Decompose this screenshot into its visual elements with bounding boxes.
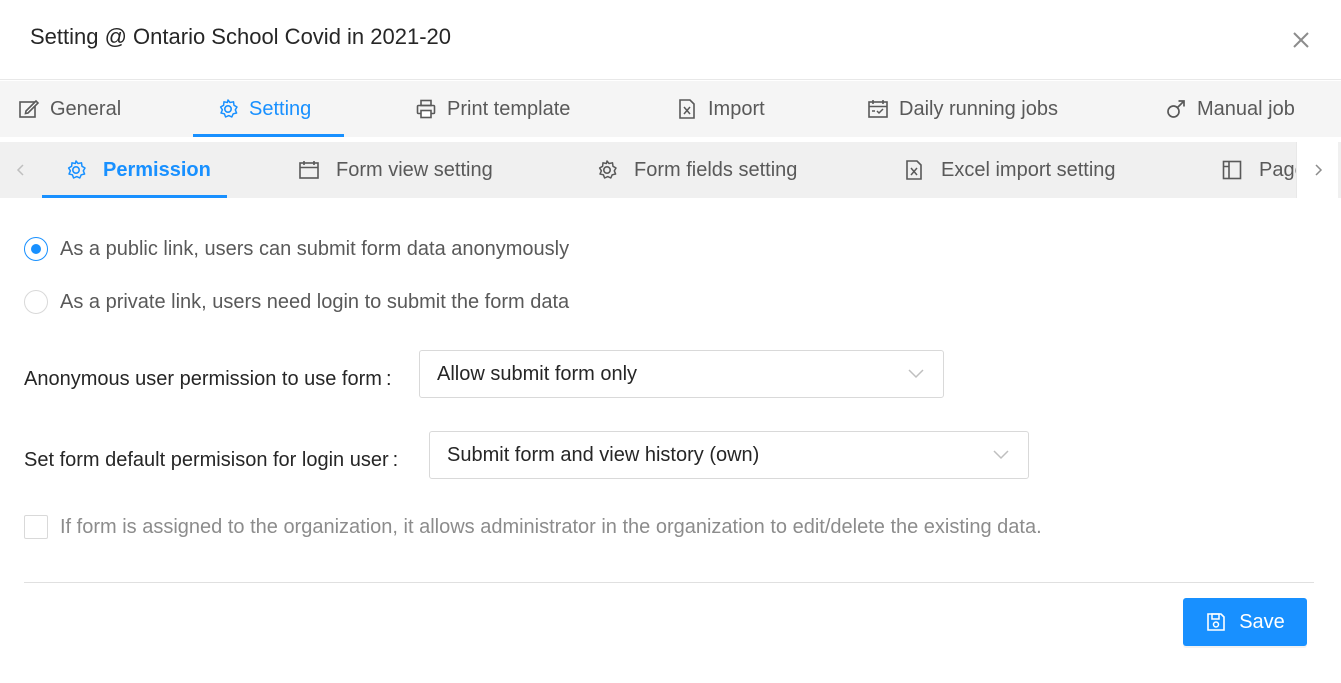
excel-file-icon	[679, 99, 695, 119]
tab-import[interactable]: Import	[676, 81, 765, 137]
chevron-right-icon	[1314, 164, 1322, 176]
tab-setting-label: Setting	[249, 97, 312, 120]
tab-form-view-setting[interactable]: Form view setting	[298, 142, 493, 198]
tab-page-label: Page	[1259, 158, 1296, 181]
tab-daily-running-jobs[interactable]: Daily running jobs	[867, 81, 1058, 137]
close-icon	[1293, 32, 1309, 48]
printer-icon	[416, 99, 436, 119]
save-icon	[1207, 613, 1226, 631]
edit-icon	[19, 99, 40, 118]
radio-button-checked[interactable]	[24, 237, 48, 261]
footer-divider	[24, 582, 1314, 583]
tab-form-fields-setting[interactable]: Form fields setting	[596, 142, 797, 198]
login-permission-label: Set form default permisison for login us…	[24, 449, 398, 472]
tab-general-label: General	[50, 97, 122, 120]
label-colon: :	[392, 449, 399, 471]
tab-manual-job-label: Manual job	[1197, 97, 1295, 120]
label-colon: :	[385, 368, 392, 390]
tab-permission-label: Permission	[103, 158, 211, 181]
anonymous-permission-label-text: Anonymous user permission to use form	[24, 368, 382, 390]
tab-manual-job[interactable]: Manual job	[1165, 81, 1295, 137]
tab-daily-running-jobs-label: Daily running jobs	[899, 97, 1058, 120]
private-link-radio[interactable]: As a private link, users need login to s…	[24, 290, 569, 314]
sub-tab-bar: Permission Form view setting Form fields…	[0, 142, 1341, 198]
male-icon	[1167, 100, 1185, 118]
gear-icon	[598, 160, 617, 179]
anonymous-permission-value: Allow submit form only	[437, 362, 638, 385]
tab-print-template-label: Print template	[447, 97, 571, 120]
layout-icon	[1222, 160, 1242, 180]
tab-page[interactable]: Page	[1221, 142, 1296, 198]
main-tab-bar: General Setting Print template Import Da…	[0, 81, 1341, 137]
login-permission-value: Submit form and view history (own)	[447, 443, 760, 466]
chevron-down-icon	[908, 369, 924, 379]
chevron-down-icon	[993, 450, 1009, 460]
tab-general[interactable]: General	[18, 81, 121, 137]
org-admin-edit-checkbox[interactable]: If form is assigned to the organization,…	[24, 515, 1042, 539]
excel-file-icon	[906, 160, 922, 180]
tabs-scroll-right-button[interactable]	[1296, 142, 1338, 198]
tab-excel-import-setting-label: Excel import setting	[941, 158, 1116, 181]
anonymous-permission-select[interactable]: Allow submit form only	[419, 350, 944, 398]
save-button-label: Save	[1239, 610, 1285, 633]
dialog-title: Setting @ Ontario School Covid in 2021-2…	[30, 24, 452, 49]
login-permission-select[interactable]: Submit form and view history (own)	[429, 431, 1029, 479]
calendar-icon	[299, 161, 319, 179]
save-button[interactable]: Save	[1183, 598, 1307, 646]
tab-import-label: Import	[708, 97, 765, 120]
public-link-radio-label: As a public link, users can submit form …	[60, 237, 570, 260]
sub-tab-active-indicator	[42, 195, 227, 198]
login-permission-label-text: Set form default permisison for login us…	[24, 449, 389, 471]
private-link-radio-label: As a private link, users need login to s…	[60, 290, 570, 313]
public-link-radio[interactable]: As a public link, users can submit form …	[24, 237, 569, 261]
tab-form-view-setting-label: Form view setting	[336, 158, 493, 181]
checkbox-unchecked[interactable]	[24, 515, 48, 539]
tabs-scroll-left-button[interactable]	[0, 142, 42, 198]
tab-form-fields-setting-label: Form fields setting	[634, 158, 798, 181]
tab-permission[interactable]: Permission	[65, 142, 211, 198]
anonymous-permission-label: Anonymous user permission to use form:	[24, 368, 392, 391]
tab-setting[interactable]: Setting	[217, 81, 311, 137]
chevron-left-icon	[16, 164, 24, 176]
tab-excel-import-setting[interactable]: Excel import setting	[903, 142, 1116, 198]
radio-button-unchecked[interactable]	[24, 290, 48, 314]
close-button[interactable]	[1288, 27, 1314, 53]
org-admin-edit-checkbox-label: If form is assigned to the organization,…	[60, 515, 1042, 538]
tab-print-template[interactable]: Print template	[415, 81, 570, 137]
gear-icon	[219, 99, 238, 118]
sub-tab-list: Permission Form view setting Form fields…	[42, 142, 1296, 198]
calendar-check-icon	[868, 100, 888, 118]
dialog-header: Setting @ Ontario School Covid in 2021-2…	[0, 0, 1341, 80]
main-tab-active-indicator	[193, 134, 344, 137]
gear-icon	[67, 160, 86, 179]
